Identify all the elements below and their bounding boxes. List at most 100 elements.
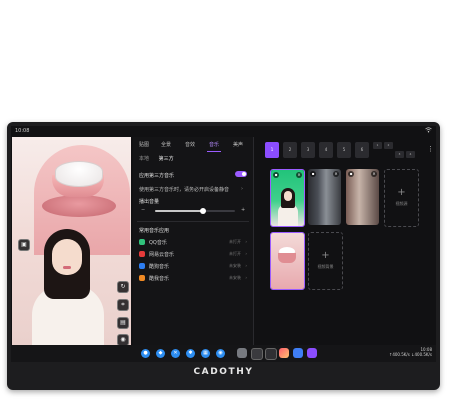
volume-slider[interactable]	[155, 208, 235, 214]
kuwo-music-icon	[139, 275, 145, 281]
camera-icon[interactable]: ●	[141, 349, 150, 358]
app-name: 网易云音乐	[149, 252, 175, 258]
chevron-right-icon: ›	[245, 239, 247, 244]
app-row-kugou-music[interactable]: 酷狗音乐 未安装 ›	[139, 262, 247, 272]
close-icon[interactable]: ×	[296, 172, 302, 178]
hint-text: 使用第三方音乐时，请务必开启设备静音	[139, 187, 230, 193]
camera-preview[interactable]: ▣ ↻ ⌗ ▤ ◉	[12, 137, 131, 345]
settings-icon[interactable]: ✱	[186, 349, 195, 358]
active-tab-indicator	[207, 151, 221, 152]
status-bar: 10:08	[11, 126, 436, 136]
lounge-thumbnail	[346, 169, 379, 225]
chevron-right-icon: ›	[245, 275, 247, 280]
volume-label: 播出音量	[139, 199, 160, 205]
status-time: 10:08	[15, 128, 30, 134]
app-row-kuwo-music[interactable]: 酷我音乐 未安装 ›	[139, 274, 247, 284]
divider	[137, 221, 249, 222]
layout-grid-1[interactable]: 1	[373, 142, 382, 149]
app-name: QQ音乐	[149, 240, 167, 246]
app-row-netease-music[interactable]: 网易云音乐 未打开 ›	[139, 250, 247, 260]
music-source-subtabs: 本地 第三方	[139, 155, 182, 162]
add-video-label: 视频源	[395, 201, 408, 206]
apply-music-label: 应用第三方音乐	[139, 173, 175, 179]
tab-music[interactable]: 音乐	[209, 141, 219, 148]
add-video-background-button[interactable]: + 视频背景	[308, 232, 343, 290]
image-icon: ▪	[310, 171, 316, 177]
add-video-source-button[interactable]: + 视频源	[384, 169, 419, 227]
volume-slider-fill	[155, 210, 203, 212]
resolution-icon[interactable]: ▤	[117, 317, 129, 329]
settings-tabs: 贴图 全景 音效 音乐 美声	[133, 141, 253, 153]
monitor-device: 10:08 ▣ ↻ ⌗ ▤ ◉ 贴图 全景 音效 音乐 美声 本地 第三方 应用…	[7, 122, 440, 390]
subtab-third-party[interactable]: 第三方	[159, 156, 174, 162]
download-speed: 400.5K/s	[414, 352, 432, 357]
scene-card-cream-jar[interactable]	[270, 232, 305, 290]
layout-grid-4[interactable]: 4	[406, 151, 415, 158]
scene-slot-2[interactable]: 2	[283, 142, 297, 158]
brand-logo: CADOTHY	[193, 367, 254, 377]
chevron-right-icon: ›	[245, 263, 247, 268]
settings-icon[interactable]: ◉	[117, 334, 129, 345]
mute-icon[interactable]: ✕	[171, 349, 180, 358]
close-icon[interactable]: ×	[371, 171, 377, 177]
layout-grid-2[interactable]: 2	[384, 142, 393, 149]
presenter-person	[28, 229, 114, 345]
app-icon-6[interactable]	[307, 348, 317, 358]
rotate-icon[interactable]: ↻	[117, 281, 129, 293]
volume-slider-knob[interactable]	[200, 208, 206, 214]
image-icon: ▪	[273, 172, 279, 178]
scene-slot-4[interactable]: 4	[319, 142, 333, 158]
network-speed: ↑400.5K/s ↓400.5K/s	[388, 352, 432, 357]
chevron-right-icon: ›	[245, 251, 247, 256]
pedestal	[42, 195, 116, 217]
plus-icon: +	[321, 250, 330, 261]
scene-card-lounge[interactable]: ▪ ×	[346, 169, 379, 225]
apply-music-toggle[interactable]	[235, 171, 247, 177]
scene-slot-1[interactable]: 1	[265, 142, 279, 158]
grid-icon[interactable]: ▦	[201, 349, 210, 358]
thumbnail-face	[284, 191, 292, 201]
presenter-lips	[63, 266, 71, 269]
share-icon[interactable]: ◆	[156, 349, 165, 358]
close-icon[interactable]: ×	[333, 171, 339, 177]
scene-panel: 1 2 3 4 5 6 1 2 3 4 ⋮ ▪ × ▪ × ▪ × + 视频源 …	[255, 137, 436, 345]
tab-stickers[interactable]: 贴图	[139, 141, 149, 148]
scene-slot-6[interactable]: 6	[355, 142, 369, 158]
app-row-qq-music[interactable]: QQ音乐 未打开 ›	[139, 238, 247, 248]
app-status: 未打开	[229, 251, 241, 256]
app-name: 酷我音乐	[149, 276, 170, 282]
add-background-label: 视频背景	[317, 264, 334, 269]
crop-icon[interactable]: ⌗	[117, 299, 129, 311]
tab-voice[interactable]: 美声	[233, 141, 243, 148]
netease-music-icon	[139, 251, 145, 257]
scene-card-green-screen[interactable]: ▪ ×	[270, 169, 305, 227]
app-status: 未安装	[229, 263, 241, 268]
app-status: 未打开	[229, 239, 241, 244]
scene-slot-5[interactable]: 5	[337, 142, 351, 158]
volume-up-icon[interactable]: +	[241, 207, 245, 213]
tab-sound-effects[interactable]: 音效	[185, 141, 195, 148]
scene-slot-3[interactable]: 3	[301, 142, 315, 158]
common-apps-label: 常用音乐应用	[139, 228, 170, 234]
thumbnail-jar-base	[278, 253, 296, 263]
app-status: 未安装	[229, 275, 241, 280]
plus-icon: +	[397, 187, 406, 198]
layout-grid-3[interactable]: 3	[395, 151, 404, 158]
cream-jar-lid	[55, 161, 103, 187]
app-name: 酷狗音乐	[149, 264, 170, 270]
app-icon-1[interactable]	[237, 348, 247, 358]
scene-card-studio[interactable]: ▪ ×	[308, 169, 341, 225]
subtab-local[interactable]: 本地	[139, 156, 149, 162]
record-icon[interactable]: ◉	[216, 349, 225, 358]
screen: 10:08 ▣ ↻ ⌗ ▤ ◉ 贴图 全景 音效 音乐 美声 本地 第三方 应用…	[11, 126, 436, 362]
app-icon-4[interactable]	[279, 348, 289, 358]
app-icon-3[interactable]	[265, 348, 277, 360]
tab-panorama[interactable]: 全景	[161, 141, 171, 148]
presenter-face	[52, 239, 82, 275]
more-icon[interactable]: ⋮	[427, 145, 434, 153]
picture-in-picture-icon[interactable]: ▣	[18, 239, 30, 251]
app-icon-5[interactable]	[293, 348, 303, 358]
chevron-right-icon[interactable]: ›	[241, 186, 243, 192]
app-icon-2[interactable]	[251, 348, 263, 360]
volume-down-icon[interactable]: −	[141, 207, 145, 213]
